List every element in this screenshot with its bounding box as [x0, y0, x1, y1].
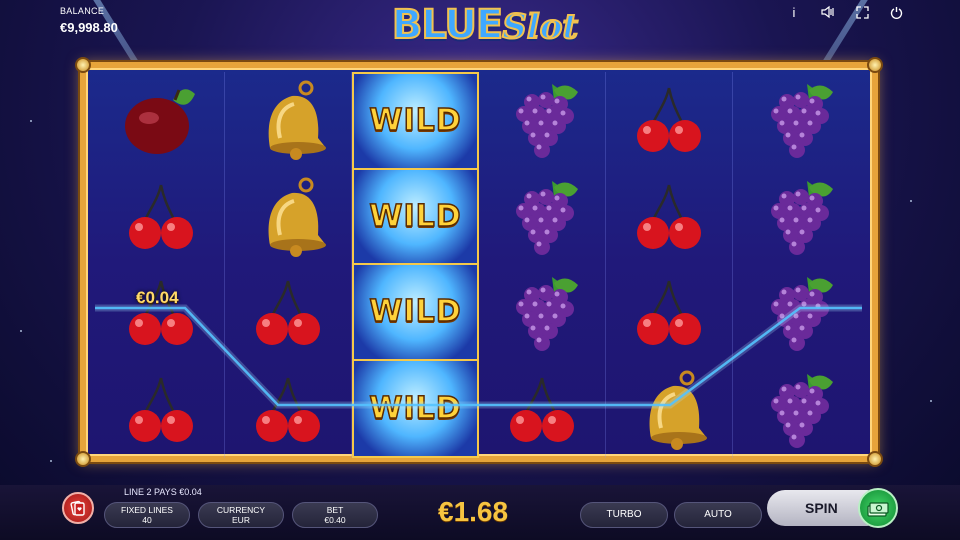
cherry-icon — [129, 280, 193, 346]
currency-value: EUR — [232, 515, 250, 525]
star — [50, 460, 52, 462]
reels-frame: WILD WILD WILD WILD €0.04 — [75, 57, 883, 467]
cherry-symbol — [606, 169, 732, 266]
star — [20, 330, 22, 332]
plum-symbol — [98, 72, 224, 169]
cherry-icon — [256, 280, 320, 346]
cherry-icon — [129, 377, 193, 442]
frame-corner-gem — [867, 451, 883, 467]
cherry-symbol — [225, 362, 351, 459]
wild-symbol: WILD — [354, 265, 477, 361]
cherry-symbol — [606, 265, 732, 362]
balance-value: €9,998.80 — [60, 20, 118, 35]
game-logo: BLUE Slot — [370, 1, 600, 52]
wild-symbol: WILD — [354, 360, 477, 456]
pays-info: LINE 2 PAYS €0.04 — [124, 487, 202, 497]
power-icon[interactable] — [888, 4, 904, 20]
logo-blue-text: BLUE — [391, 1, 504, 49]
grapes-symbol — [479, 72, 605, 169]
cherry-symbol — [98, 362, 224, 459]
grapes-icon — [770, 277, 833, 352]
turbo-button[interactable]: TURBO — [580, 502, 668, 528]
star — [910, 200, 912, 202]
fixed-lines-display: FIXED LINES 40 — [104, 502, 190, 528]
reel-2 — [225, 72, 352, 458]
bell-symbol — [606, 362, 732, 459]
grapes-icon — [516, 84, 578, 159]
line-win-amount: €0.04 — [136, 288, 179, 307]
wild-label: WILD — [369, 390, 462, 427]
spin-cash-icon[interactable] — [858, 488, 898, 528]
logo-slot-text: Slot — [501, 6, 579, 48]
sound-icon[interactable] — [820, 4, 836, 20]
cards-icon — [70, 500, 85, 516]
cherry-symbol — [98, 169, 224, 266]
fullscreen-icon[interactable] — [854, 4, 870, 20]
frame-corner-gem — [867, 57, 883, 73]
bet-selector[interactable]: BET €0.40 — [292, 502, 378, 528]
reel-6 — [733, 72, 860, 458]
balance-panel: BALANCE €9,998.80 — [60, 6, 118, 35]
fixed-lines-value: 40 — [142, 515, 152, 525]
frame-corner-gem — [75, 57, 91, 73]
cherry-icon — [129, 184, 193, 249]
bell-icon — [268, 177, 326, 257]
star — [930, 400, 932, 402]
grapes-icon — [516, 277, 578, 352]
plum-icon — [125, 89, 195, 155]
info-icon[interactable]: i — [786, 4, 802, 20]
grapes-icon — [516, 180, 578, 255]
spin-label: SPIN — [805, 500, 838, 516]
reel-4 — [479, 72, 606, 458]
star — [30, 120, 32, 122]
fixed-lines-label: FIXED LINES — [121, 505, 173, 515]
cherry-icon — [637, 87, 701, 153]
auto-label: AUTO — [704, 509, 732, 520]
bell-icon — [649, 370, 707, 450]
grapes-symbol — [479, 169, 605, 266]
grapes-symbol — [479, 265, 605, 362]
cherry-symbol — [98, 265, 224, 362]
bet-label: BET — [326, 505, 344, 515]
grapes-symbol — [733, 362, 860, 459]
bell-symbol — [225, 169, 351, 266]
wild-symbol: WILD — [354, 74, 477, 170]
grapes-icon — [770, 373, 833, 448]
bet-value: €0.40 — [324, 515, 346, 525]
balance-label: BALANCE — [60, 6, 105, 16]
cherry-symbol — [225, 265, 351, 362]
bell-icon — [268, 80, 326, 161]
grapes-symbol — [733, 72, 860, 169]
grapes-icon — [770, 180, 833, 255]
currency-display[interactable]: CURRENCY EUR — [198, 502, 284, 528]
reel-1 — [98, 72, 225, 458]
currency-label: CURRENCY — [216, 505, 266, 515]
grapes-symbol — [733, 265, 860, 362]
wild-label: WILD — [369, 103, 462, 140]
reels-grid: WILD WILD WILD WILD — [98, 72, 860, 458]
cherry-icon — [637, 184, 701, 249]
top-toolbar: i — [786, 4, 904, 20]
cherry-icon — [637, 280, 701, 346]
cherry-symbol — [479, 362, 605, 459]
cherry-icon — [510, 377, 574, 442]
turbo-label: TURBO — [606, 509, 642, 520]
wild-symbol: WILD — [354, 169, 477, 265]
gamble-button[interactable] — [62, 492, 94, 524]
frame-corner-gem — [75, 451, 91, 467]
wild-label: WILD — [369, 198, 462, 235]
grapes-icon — [770, 84, 833, 159]
wild-label: WILD — [369, 294, 462, 331]
reel-5 — [606, 72, 733, 458]
reel-3: WILD WILD WILD WILD — [352, 72, 479, 458]
cherry-symbol — [606, 72, 732, 169]
cherry-icon — [256, 377, 320, 442]
auto-button[interactable]: AUTO — [674, 502, 762, 528]
bell-symbol — [225, 72, 351, 169]
total-win-amount: €1.68 — [438, 496, 509, 527]
grapes-symbol — [733, 169, 860, 266]
